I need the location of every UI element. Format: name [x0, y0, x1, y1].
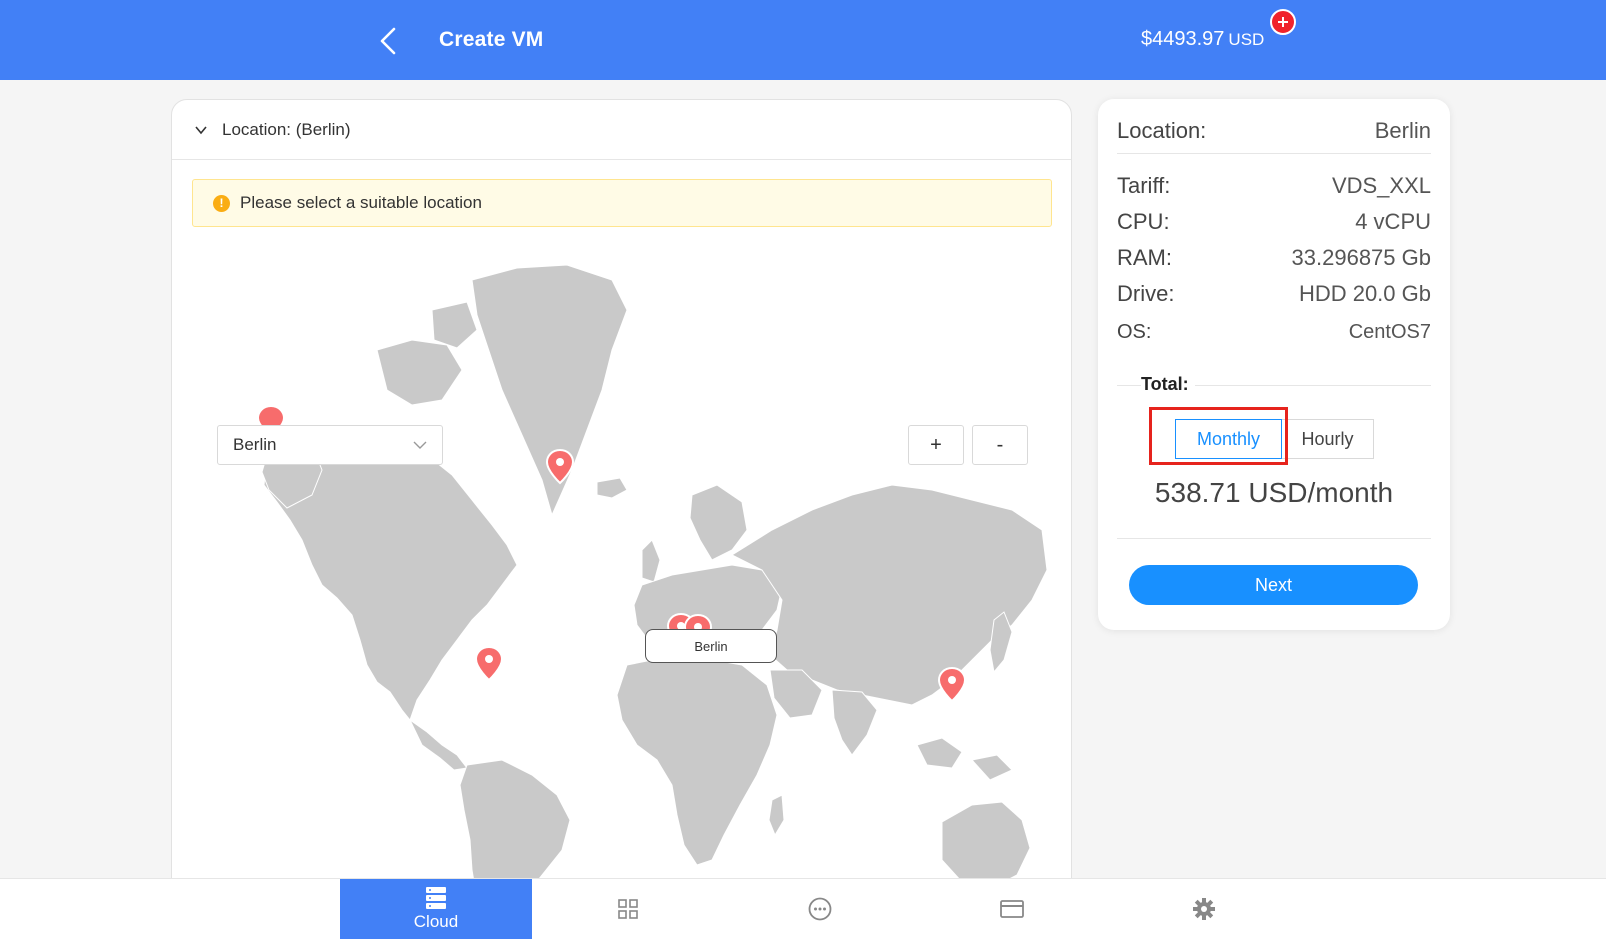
marker-pin-shanghai	[937, 666, 967, 703]
chevron-down-icon	[195, 125, 207, 134]
zoom-in-button[interactable]: +	[908, 425, 964, 465]
summary-row-value: HDD 20.0 Gb	[1298, 281, 1431, 306]
balance-currency: USD	[1228, 30, 1265, 49]
location-header-label: Location: (Berlin)	[222, 119, 351, 139]
map-tooltip: Berlin	[645, 629, 777, 663]
summary-divider	[1117, 538, 1431, 539]
selection-highlight	[1149, 407, 1288, 465]
world-map-svg	[256, 264, 1048, 898]
topup-button[interactable]	[1270, 9, 1296, 35]
land-madagascar	[768, 794, 785, 837]
summary-row-cpu: CPU: 4 vCPU	[1117, 209, 1431, 235]
summary-row-value: VDS_XXL	[1331, 173, 1431, 198]
summary-location-label: Location:	[1117, 118, 1207, 143]
bottom-nav: Cloud	[0, 878, 1606, 939]
plus-circle-icon	[1278, 17, 1288, 27]
location-alert: ! Please select a suitable location	[192, 179, 1052, 227]
page-title: Create VM	[439, 28, 544, 51]
land-sea-islands	[916, 737, 963, 769]
gear-icon	[1193, 898, 1215, 920]
back-button[interactable]	[373, 24, 403, 58]
land-australia	[941, 801, 1031, 889]
total-label: Total:	[1141, 374, 1195, 395]
location-panel: Location: (Berlin) ! Please select a sui…	[171, 99, 1072, 899]
nav-cloud-label: Cloud	[413, 912, 459, 931]
nav-settings[interactable]	[1108, 879, 1300, 939]
summary-row-value: 33.296875 Gb	[1291, 245, 1431, 270]
balance: $4493.97 USD	[1141, 28, 1264, 51]
nav-cloud[interactable]: Cloud	[340, 879, 532, 939]
summary-location-value: Berlin	[1374, 118, 1431, 143]
server-icon	[426, 887, 446, 909]
total-price: 538.71 USD/month	[1154, 477, 1394, 508]
summary-row-os: OS: CentOS7	[1117, 321, 1431, 344]
summary-row-label: Drive:	[1117, 281, 1175, 306]
summary-row-drive: Drive: HDD 20.0 Gb	[1117, 281, 1431, 307]
alert-text: Please select a suitable location	[240, 193, 482, 212]
grid-icon	[618, 899, 638, 919]
nav-chat[interactable]	[724, 879, 916, 939]
location-select[interactable]: Berlin	[217, 425, 443, 465]
land-greenland	[471, 264, 628, 517]
chevron-left-icon	[380, 27, 396, 55]
summary-row-label: Tariff:	[1117, 173, 1171, 198]
land-scandinavia	[689, 484, 748, 561]
app-header: Create VM $4493.97 USD	[0, 0, 1606, 80]
marker-pin-newyork	[474, 645, 504, 682]
land-iceland	[596, 477, 628, 499]
summary-divider	[1117, 153, 1431, 154]
land-africa	[616, 657, 778, 866]
land-arctic-islands-2	[431, 301, 478, 349]
world-map[interactable]: Berlin + - Berlin	[172, 240, 1071, 898]
land-central-america	[408, 718, 468, 771]
land-sea-islands-2	[971, 754, 1013, 781]
summary-row-label: OS:	[1117, 321, 1152, 343]
chevron-down-icon	[413, 441, 427, 449]
summary-row-label: CPU:	[1117, 209, 1170, 234]
summary-row-value: 4 vCPU	[1355, 209, 1431, 234]
summary-row-ram: RAM: 33.296875 Gb	[1117, 245, 1431, 271]
summary-row-label: RAM:	[1117, 245, 1172, 270]
balance-amount: $4493.97	[1141, 28, 1225, 50]
card-icon	[1000, 900, 1024, 918]
period-hourly-button[interactable]: Hourly	[1282, 419, 1374, 459]
zoom-out-button[interactable]: -	[972, 425, 1028, 465]
warning-icon: !	[213, 194, 230, 212]
land-india	[831, 689, 878, 756]
summary-row-value: CentOS7	[1348, 321, 1431, 343]
land-arctic-islands	[376, 339, 463, 406]
summary-row-tariff: Tariff: VDS_XXL	[1117, 173, 1431, 199]
location-select-value: Berlin	[233, 435, 277, 454]
nav-apps[interactable]	[532, 879, 724, 939]
land-uk	[641, 539, 661, 583]
nav-billing[interactable]	[916, 879, 1108, 939]
location-collapse-header[interactable]: Location: (Berlin)	[172, 100, 1071, 160]
chat-icon	[808, 897, 832, 921]
summary-location-row: Location: Berlin	[1117, 118, 1431, 144]
order-summary: Location: Berlin Tariff: VDS_XXL CPU: 4 …	[1098, 99, 1450, 630]
next-button[interactable]: Next	[1129, 565, 1418, 605]
